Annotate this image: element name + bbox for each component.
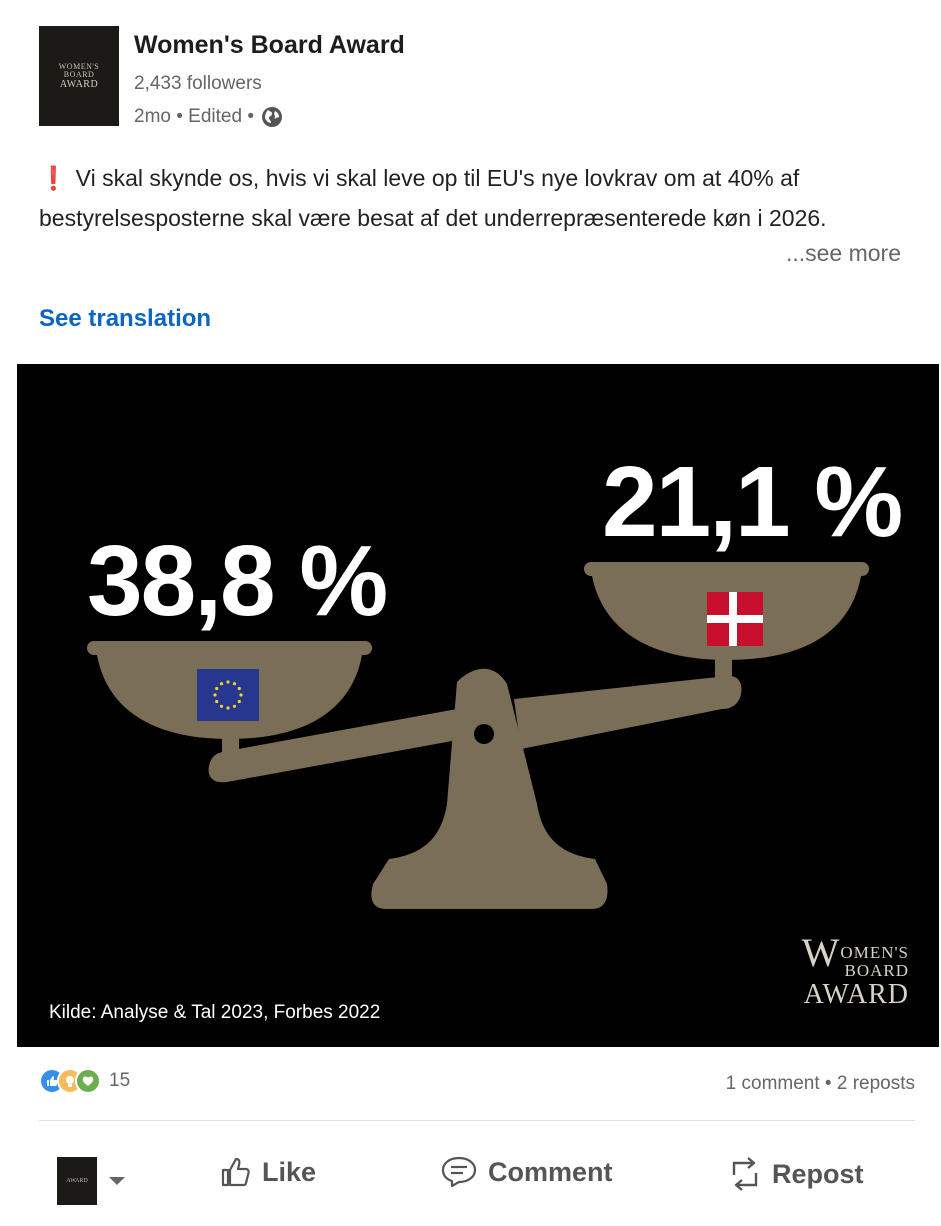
reaction-count: 15 [109, 1070, 131, 1091]
like-label: Like [262, 1156, 317, 1187]
watermark-award: WARD [822, 979, 909, 1010]
denmark-percentage: 21,1 % [602, 446, 903, 558]
repost-button[interactable]: Repost [728, 1155, 864, 1193]
womens-board-award-watermark: WOMEN'S BOARD AWARD [802, 933, 909, 1010]
eu-pan-rim [87, 641, 372, 655]
globe-icon [261, 107, 282, 127]
eu-percentage: 38,8 % [87, 525, 388, 637]
reactions-summary[interactable]: 15 [39, 1068, 130, 1094]
watermark-initial-w: W [801, 930, 841, 975]
actor-avatar-text: AWARD [66, 1178, 88, 1184]
scale-pivot [474, 724, 494, 744]
comment-label: Comment [488, 1156, 613, 1187]
eu-flag-icon [197, 669, 259, 721]
comment-icon [441, 1156, 477, 1188]
follower-count: 2,433 followers [134, 73, 262, 94]
logo-text-board: BOARD [63, 69, 95, 79]
support-icon [75, 1068, 101, 1094]
linkedin-post: WOMEN'S BOARD AWARD Women's Board Award … [0, 0, 941, 1226]
post-time-edited: 2mo • Edited • [134, 106, 254, 127]
see-translation-link[interactable]: See translation [39, 305, 211, 333]
like-button[interactable]: Like [218, 1155, 316, 1189]
watermark-line1: OMEN'S [840, 943, 909, 962]
post-meta: 2mo • Edited • [134, 105, 284, 129]
post-text: Vi skal skynde os, hvis vi skal leve op … [39, 165, 827, 231]
image-source-caption: Kilde: Analyse & Tal 2023, Forbes 2022 [49, 1002, 381, 1023]
thumbs-up-icon [221, 1157, 250, 1187]
author-logo[interactable]: WOMEN'S BOARD AWARD [39, 26, 119, 126]
denmark-flag-icon [707, 592, 763, 646]
see-more-link[interactable]: ...see more [786, 240, 901, 267]
post-image[interactable]: 38,8 % 21,1 % Kilde: Analyse & Tal 2023,… [17, 364, 939, 1047]
repost-icon [732, 1157, 758, 1191]
post-body: ❗ Vi skal skynde os, hvis vi skal leve op… [39, 158, 909, 238]
dk-pan-rim [584, 562, 869, 576]
author-name[interactable]: Women's Board Award [134, 31, 405, 60]
watermark-initial-a: A [803, 979, 823, 1010]
actor-avatar: AWARD [57, 1157, 97, 1205]
actor-switcher[interactable]: AWARD [57, 1157, 125, 1205]
caret-down-icon [109, 1177, 125, 1185]
repost-label: Repost [772, 1158, 864, 1189]
scale-beam-right [514, 675, 742, 749]
logo-text-award: AWARD [59, 78, 99, 90]
comments-reposts-count[interactable]: 1 comment • 2 reposts [726, 1073, 915, 1095]
divider [39, 1120, 915, 1121]
comment-button[interactable]: Comment [440, 1155, 613, 1189]
exclamation-icon: ❗ [39, 165, 68, 191]
